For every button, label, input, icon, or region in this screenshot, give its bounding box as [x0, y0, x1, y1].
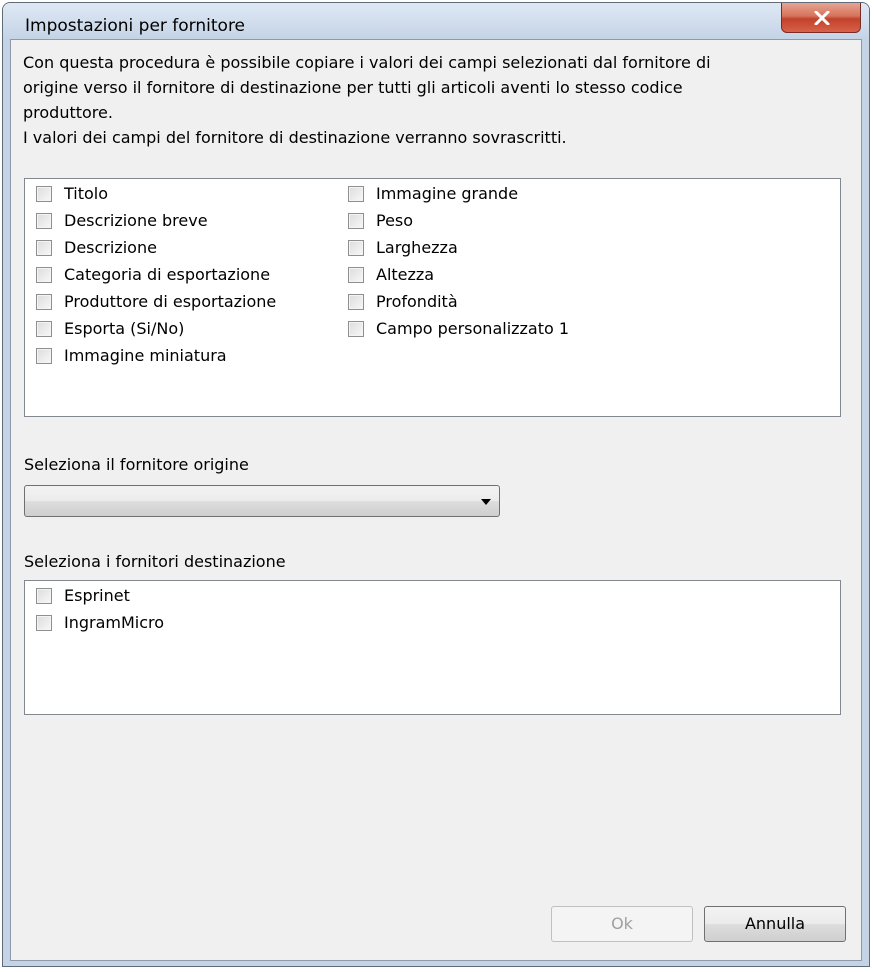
destination-option-label: IngramMicro	[64, 613, 165, 632]
checkbox[interactable]	[36, 588, 52, 604]
field-option-label: Campo personalizzato 1	[376, 319, 570, 338]
title-bar[interactable]: Impostazioni per fornitore	[3, 3, 869, 39]
checkbox[interactable]	[348, 267, 364, 283]
checkbox[interactable]	[348, 186, 364, 202]
intro-line: I valori dei campi del fornitore di dest…	[23, 128, 567, 147]
close-icon	[814, 11, 830, 25]
checkbox[interactable]	[348, 294, 364, 310]
intro-line: origine verso il fornitore di destinazio…	[23, 78, 683, 97]
field-option-label: Produttore di esportazione	[64, 292, 277, 311]
checkbox[interactable]	[36, 294, 52, 310]
intro-text: Con questa procedura è possibile copiare…	[23, 50, 711, 150]
close-button[interactable]	[781, 3, 861, 33]
dropdown-arrow-icon	[481, 499, 491, 505]
field-option-label: Descrizione breve	[64, 211, 208, 230]
checkbox[interactable]	[348, 321, 364, 337]
ok-button[interactable]: Ok	[551, 906, 693, 942]
checkbox[interactable]	[348, 240, 364, 256]
window-title: Impostazioni per fornitore	[25, 16, 246, 36]
field-option-label: Descrizione	[64, 238, 157, 257]
destination-suppliers-label: Seleziona i fornitori destinazione	[24, 552, 286, 571]
checkbox[interactable]	[36, 267, 52, 283]
cancel-button[interactable]: Annulla	[704, 906, 846, 942]
destination-option-label: Esprinet	[64, 586, 130, 605]
field-option-label: Categoria di esportazione	[64, 265, 271, 284]
source-supplier-label: Seleziona il fornitore origine	[24, 455, 249, 474]
field-option-label: Immagine miniatura	[64, 346, 227, 365]
field-option-label: Immagine grande	[376, 184, 519, 203]
source-supplier-dropdown[interactable]	[24, 485, 500, 517]
intro-line: produttore.	[23, 103, 113, 122]
field-option-label: Altezza	[376, 265, 435, 284]
fields-checklist[interactable]: Titolo Descrizione breve Descrizione Cat…	[24, 178, 841, 417]
intro-line: Con questa procedura è possibile copiare…	[23, 53, 711, 72]
checkbox[interactable]	[348, 213, 364, 229]
checkbox[interactable]	[36, 615, 52, 631]
field-option-label: Profondità	[376, 292, 458, 311]
destination-suppliers-checklist[interactable]: Esprinet IngramMicro	[24, 580, 841, 715]
checkbox[interactable]	[36, 240, 52, 256]
checkbox[interactable]	[36, 348, 52, 364]
field-option-label: Esporta (Si/No)	[64, 319, 185, 338]
field-option-label: Titolo	[64, 184, 109, 203]
checkbox[interactable]	[36, 213, 52, 229]
checkbox[interactable]	[36, 186, 52, 202]
checkbox[interactable]	[36, 321, 52, 337]
field-option-label: Larghezza	[376, 238, 458, 257]
field-option-label: Peso	[376, 211, 414, 230]
